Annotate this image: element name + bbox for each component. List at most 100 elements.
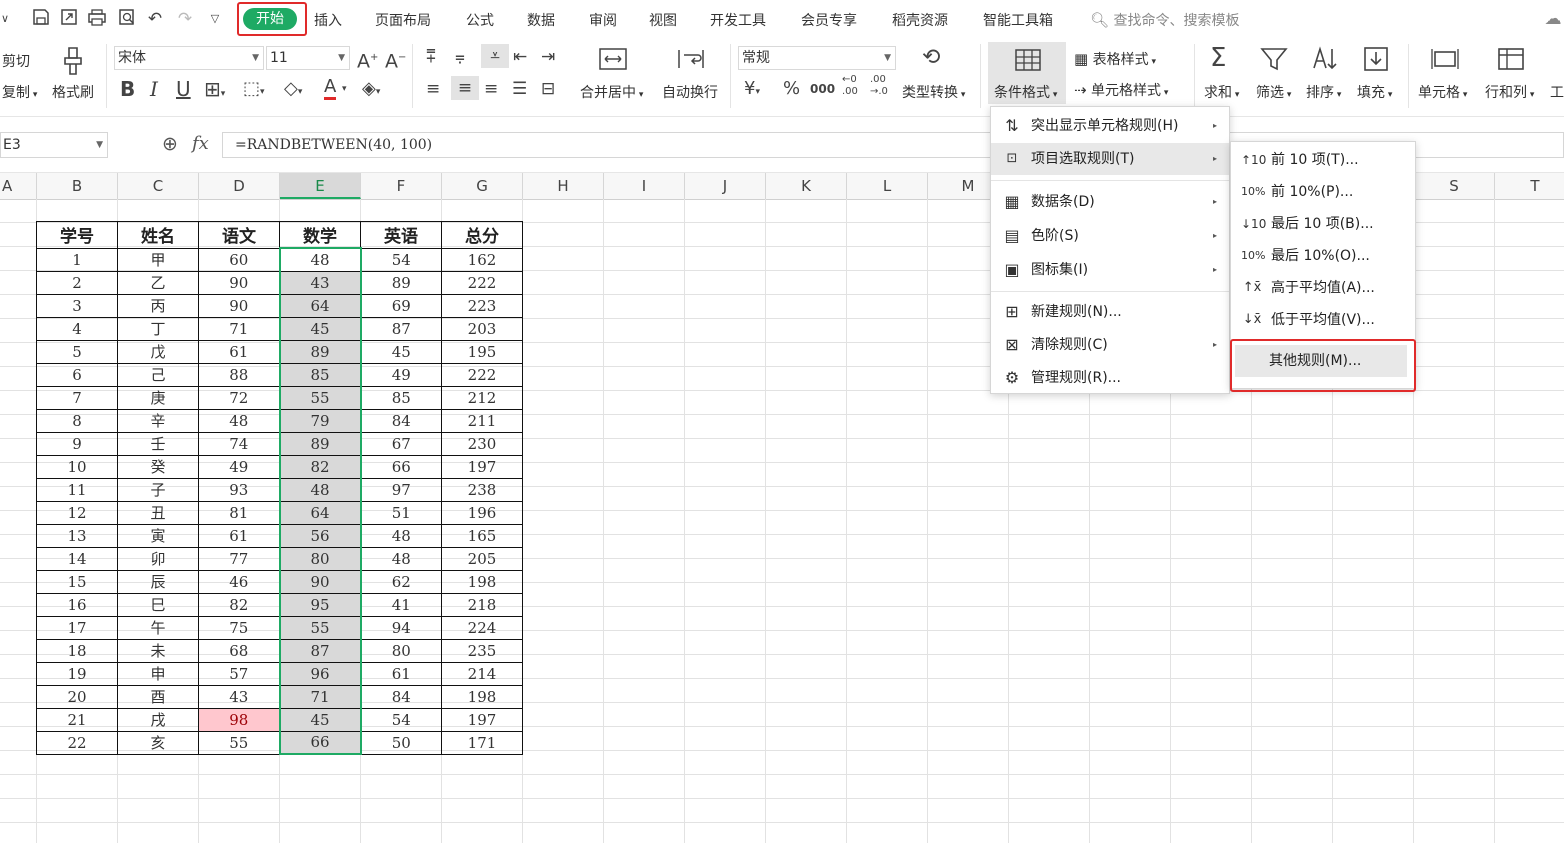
column-header-t[interactable]: T: [1495, 173, 1564, 199]
merge-center-icon[interactable]: [598, 46, 628, 77]
table-cell[interactable]: 69: [360, 293, 442, 318]
column-header-e[interactable]: E: [280, 173, 361, 199]
table-cell[interactable]: 87: [360, 316, 442, 341]
table-cell[interactable]: 197: [441, 707, 523, 732]
table-cell[interactable]: 12: [36, 500, 118, 525]
column-header-c[interactable]: C: [118, 173, 199, 199]
table-cell[interactable]: 51: [360, 500, 442, 525]
table-cell[interactable]: 45: [278, 707, 362, 732]
table-cell[interactable]: 己: [117, 362, 199, 387]
align-middle-icon[interactable]: ⩦: [455, 45, 465, 69]
table-cell[interactable]: 21: [36, 707, 118, 732]
table-cell[interactable]: 辰: [117, 569, 199, 594]
table-cell[interactable]: 11: [36, 477, 118, 502]
fill-button[interactable]: 填充 ▾: [1357, 82, 1392, 102]
increase-indent-icon[interactable]: ⇥: [541, 45, 555, 69]
table-cell[interactable]: 19: [36, 661, 118, 686]
tab-smart-tools[interactable]: 智能工具箱: [983, 10, 1053, 30]
tab-member[interactable]: 会员专享: [801, 10, 857, 30]
tab-insert[interactable]: 插入: [314, 10, 342, 30]
table-cell[interactable]: 90: [198, 270, 280, 295]
table-cell[interactable]: 55: [198, 730, 280, 755]
align-bottom-icon[interactable]: ⩡: [481, 44, 509, 68]
filter-button[interactable]: 筛选 ▾: [1256, 82, 1291, 102]
table-cell[interactable]: 子: [117, 477, 199, 502]
table-cell[interactable]: 80: [360, 638, 442, 663]
table-cell[interactable]: 75: [198, 615, 280, 640]
table-cell[interactable]: 癸: [117, 454, 199, 479]
table-cell[interactable]: 77: [198, 546, 280, 571]
menu-item-bottom-10-percent[interactable]: 10% 最后 10%(O)...: [1231, 240, 1415, 272]
menu-item-highlight-rules[interactable]: ⇅ 突出显示单元格规则(H) ▸: [991, 110, 1229, 142]
table-cell[interactable]: 93: [198, 477, 280, 502]
row-col-button[interactable]: 行和列 ▾: [1485, 82, 1534, 102]
decrease-font-icon[interactable]: A−: [385, 46, 406, 73]
table-cell[interactable]: 211: [441, 408, 523, 433]
menu-item-data-bars[interactable]: ▦ 数据条(D) ▸: [991, 186, 1229, 218]
table-cell[interactable]: 9: [36, 431, 118, 456]
cell-style-button[interactable]: ⇢ 单元格样式 ▾: [1074, 80, 1168, 100]
table-cell[interactable]: 203: [441, 316, 523, 341]
table-cell[interactable]: 辛: [117, 408, 199, 433]
table-cell[interactable]: 64: [278, 293, 362, 318]
table-cell[interactable]: 卯: [117, 546, 199, 571]
tab-resources[interactable]: 稻壳资源: [892, 10, 948, 30]
font-color-icon[interactable]: A: [324, 77, 337, 100]
table-cell[interactable]: 49: [198, 454, 280, 479]
column-header-h[interactable]: H: [523, 173, 604, 199]
table-cell[interactable]: 85: [360, 385, 442, 410]
type-convert-button[interactable]: 类型转换 ▾: [902, 82, 965, 102]
clear-format-icon[interactable]: ◈▾: [362, 77, 380, 104]
customize-icon[interactable]: ▽: [204, 8, 226, 30]
column-header-s[interactable]: S: [1414, 173, 1495, 199]
table-cell[interactable]: 48: [360, 546, 442, 571]
table-cell[interactable]: 庚: [117, 385, 199, 410]
justify-icon[interactable]: ☰: [512, 77, 527, 101]
table-cell[interactable]: 71: [198, 316, 280, 341]
table-cell[interactable]: 丁: [117, 316, 199, 341]
table-cell[interactable]: 50: [360, 730, 442, 755]
table-cell[interactable]: 15: [36, 569, 118, 594]
header-cell[interactable]: 语文: [198, 221, 280, 249]
table-cell[interactable]: 55: [278, 385, 362, 410]
table-cell[interactable]: 94: [360, 615, 442, 640]
cells-icon[interactable]: [1430, 46, 1460, 77]
table-cell[interactable]: 74: [198, 431, 280, 456]
table-cell[interactable]: 95: [278, 592, 362, 617]
table-cell[interactable]: 未: [117, 638, 199, 663]
percent-icon[interactable]: %: [783, 77, 800, 101]
table-cell[interactable]: 61: [198, 523, 280, 548]
table-cell[interactable]: 97: [360, 477, 442, 502]
align-left-icon[interactable]: ≡: [426, 77, 440, 101]
table-cell[interactable]: 96: [278, 661, 362, 686]
table-cell[interactable]: 43: [278, 270, 362, 295]
number-format-select[interactable]: 常规 ▼: [738, 46, 896, 70]
table-cell[interactable]: 67: [360, 431, 442, 456]
filter-icon[interactable]: [1260, 46, 1288, 77]
fill-color-icon[interactable]: ◇▾: [284, 77, 302, 104]
header-cell[interactable]: 英语: [360, 221, 442, 249]
table-cell[interactable]: 222: [441, 362, 523, 387]
tab-formulas[interactable]: 公式: [466, 10, 494, 30]
table-cell[interactable]: 64: [278, 500, 362, 525]
table-cell[interactable]: 90: [198, 293, 280, 318]
table-cell[interactable]: 218: [441, 592, 523, 617]
table-cell[interactable]: 223: [441, 293, 523, 318]
table-cell[interactable]: 43: [198, 684, 280, 709]
wrap-text-button[interactable]: 自动换行: [662, 82, 718, 102]
table-cell[interactable]: 4: [36, 316, 118, 341]
table-cell[interactable]: 7: [36, 385, 118, 410]
cell-fill-style-icon[interactable]: ⬚▾: [243, 77, 265, 104]
table-cell[interactable]: 49: [360, 362, 442, 387]
table-cell[interactable]: 90: [278, 569, 362, 594]
print-icon[interactable]: [86, 8, 108, 30]
sum-button[interactable]: 求和 ▾: [1204, 82, 1239, 102]
table-cell[interactable]: 13: [36, 523, 118, 548]
table-cell[interactable]: 84: [360, 408, 442, 433]
undo-icon[interactable]: ↶: [144, 8, 166, 30]
column-header-j[interactable]: J: [685, 173, 766, 199]
table-cell[interactable]: 198: [441, 684, 523, 709]
chevron-down-icon[interactable]: ▾: [342, 77, 347, 101]
table-cell[interactable]: 60: [198, 247, 280, 272]
save-icon[interactable]: [30, 8, 52, 30]
